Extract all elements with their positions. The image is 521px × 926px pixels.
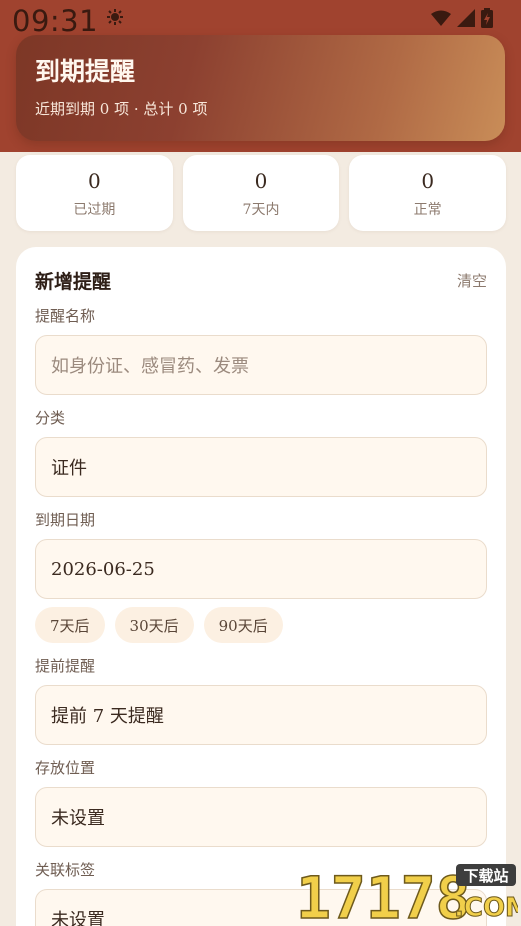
name-label: 提醒名称 bbox=[35, 307, 96, 325]
chip-30-days[interactable]: 30天后 bbox=[114, 607, 194, 643]
storage-location-select[interactable]: 未设置 bbox=[35, 787, 487, 847]
stat-normal-count: 0 bbox=[421, 169, 435, 193]
chip-90-days[interactable]: 90天后 bbox=[203, 607, 283, 643]
page-title: 到期提醒 bbox=[35, 57, 136, 86]
tags-value: 未设置 bbox=[51, 910, 105, 926]
category-label: 分类 bbox=[35, 409, 66, 427]
status-bar: 09:31 bbox=[0, 0, 521, 38]
expiry-date-label: 到期日期 bbox=[35, 511, 96, 529]
expiry-date-input[interactable]: 2026-06-25 bbox=[35, 539, 487, 599]
hero-summary: 近期到期 0 项 · 总计 0 项 bbox=[35, 100, 208, 118]
wifi-icon bbox=[431, 10, 451, 26]
stat-within-7-days-label: 7天内 bbox=[242, 202, 280, 218]
stat-normal[interactable]: 0 正常 bbox=[349, 155, 507, 231]
watermark-logo: 17178 下载站 .COM bbox=[296, 863, 518, 924]
quick-date-chips: 7天后 30天后 90天后 bbox=[35, 607, 487, 643]
form-header: 新增提醒 清空 bbox=[35, 267, 487, 293]
name-input-placeholder: 如身份证、感冒药、发票 bbox=[51, 356, 249, 377]
watermark-domain: .COM bbox=[454, 893, 518, 923]
advance-reminder-select[interactable]: 提前 7 天提醒 bbox=[35, 685, 487, 745]
watermark-badge: 下载站 bbox=[463, 867, 508, 885]
hero-card: 到期提醒 近期到期 0 项 · 总计 0 项 bbox=[16, 35, 505, 141]
clear-button[interactable]: 清空 bbox=[457, 270, 487, 291]
watermark-number: 17178 bbox=[296, 864, 471, 924]
category-value: 证件 bbox=[51, 458, 87, 479]
stat-expired[interactable]: 0 已过期 bbox=[16, 155, 173, 231]
expiry-date-value: 2026-06-25 bbox=[51, 558, 155, 580]
signal-icon bbox=[457, 9, 475, 27]
battery-icon bbox=[481, 8, 493, 28]
chip-7-days[interactable]: 7天后 bbox=[35, 607, 105, 643]
storage-location-value: 未设置 bbox=[51, 808, 105, 829]
advance-reminder-value: 提前 7 天提醒 bbox=[51, 706, 164, 727]
stat-within-7-days[interactable]: 0 7天内 bbox=[182, 155, 340, 231]
stat-expired-label: 已过期 bbox=[73, 202, 116, 218]
stat-within-7-days-count: 0 bbox=[254, 169, 268, 193]
add-reminder-form: 新增提醒 清空 提醒名称 如身份证、感冒药、发票 分类 证件 到期日期 2026… bbox=[16, 247, 506, 926]
stat-normal-label: 正常 bbox=[413, 202, 442, 218]
stats-row: 0 已过期 0 7天内 0 正常 bbox=[16, 155, 507, 231]
category-select[interactable]: 证件 bbox=[35, 437, 487, 497]
settings-notification-icon bbox=[107, 9, 123, 25]
name-input[interactable]: 如身份证、感冒药、发票 bbox=[35, 335, 487, 395]
form-title: 新增提醒 bbox=[35, 270, 112, 293]
advance-reminder-label: 提前提醒 bbox=[35, 657, 96, 675]
storage-location-label: 存放位置 bbox=[35, 759, 96, 777]
stat-expired-count: 0 bbox=[87, 169, 101, 193]
status-time: 09:31 bbox=[12, 4, 99, 38]
